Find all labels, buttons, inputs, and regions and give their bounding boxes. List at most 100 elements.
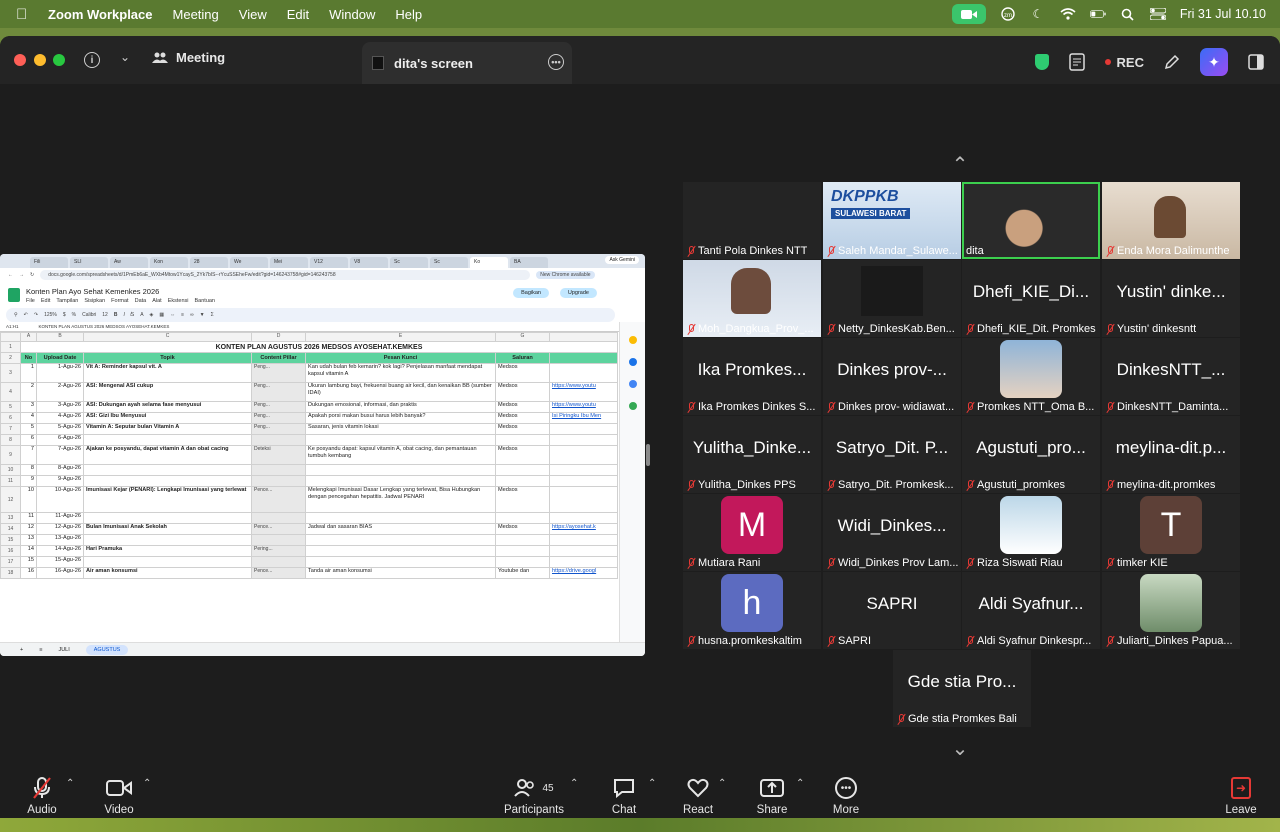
col-letter-e[interactable]: E — [305, 332, 496, 342]
cell-link[interactable] — [549, 475, 618, 487]
cell-upload-date[interactable]: 13-Agu-26 — [36, 534, 84, 546]
header-no[interactable]: No — [20, 352, 37, 364]
sheets-menu-item[interactable]: Data — [135, 298, 147, 304]
cell-key-message[interactable]: Kan udah bulan feb kemarin? kok lagi? Pe… — [305, 363, 496, 383]
participant-tile[interactable]: Agustuti_pro... Agustuti_promkes — [962, 416, 1100, 493]
cell-topic[interactable]: Hari Pramuka — [83, 545, 252, 557]
col-letter-c[interactable]: C — [83, 332, 252, 342]
cell-channel[interactable]: Medsos — [495, 363, 550, 383]
participant-tile[interactable]: Gde stia Pro... Gde stia Promkes Bali — [893, 650, 1031, 727]
ai-companion-icon[interactable]: ✦ — [1200, 48, 1228, 76]
row-number[interactable]: 8 — [0, 434, 21, 446]
participant-tile[interactable]: Ika Promkes... Ika Promkes Dinkes S... — [683, 338, 821, 415]
strikethrough-icon[interactable]: ̸S — [131, 312, 134, 318]
address-field[interactable]: docs.google.com/spreadsheets/d/1PmEb6aE_… — [40, 270, 531, 280]
cell-key-message[interactable] — [305, 512, 496, 524]
browser-tab[interactable]: 28 — [190, 257, 228, 268]
cell-topic[interactable] — [83, 534, 252, 546]
font-size-field[interactable]: 12 — [102, 312, 108, 318]
cell-content-pillar[interactable] — [251, 434, 306, 446]
cell-topic[interactable] — [83, 556, 252, 568]
spotlight-search-icon[interactable] — [1120, 7, 1136, 21]
cell-link[interactable] — [549, 545, 618, 557]
col-letter-b[interactable]: B — [36, 332, 84, 342]
ask-gemini-button[interactable]: Ask Gemini — [605, 256, 639, 264]
cell-content-pillar[interactable] — [251, 512, 306, 524]
participant-tile[interactable]: meylina-dit.p... meylina-dit.promkes — [1102, 416, 1240, 493]
cell-upload-date[interactable]: 16-Agu-26 — [36, 567, 84, 579]
cell-link[interactable] — [549, 445, 618, 465]
cell-no[interactable]: 14 — [20, 545, 37, 557]
cell-key-message[interactable] — [305, 556, 496, 568]
cell-no[interactable]: 6 — [20, 434, 37, 446]
borders-icon[interactable]: ▦ — [159, 312, 164, 318]
cell-channel[interactable]: Medsos — [495, 423, 550, 435]
header-content-pillar[interactable]: Content Pillar — [251, 352, 306, 364]
browser-tab[interactable]: Kon — [150, 257, 188, 268]
menu-help[interactable]: Help — [395, 7, 422, 22]
sheets-menu-item[interactable]: File — [26, 298, 35, 304]
text-color-icon[interactable]: A — [140, 312, 143, 318]
cell-channel[interactable]: Medsos — [495, 412, 550, 424]
all-sheets-icon[interactable]: ≡ — [39, 647, 42, 653]
share-options-caret-icon[interactable]: ⌃ — [796, 778, 804, 789]
row-number[interactable]: 17 — [0, 556, 21, 568]
cell-no[interactable]: 11 — [20, 512, 37, 524]
new-chrome-available-badge[interactable]: New Chrome available — [536, 271, 595, 279]
maps-icon[interactable] — [628, 402, 637, 410]
cell-link[interactable] — [549, 534, 618, 546]
cell-link[interactable] — [549, 464, 618, 476]
reload-icon[interactable]: ↻ — [30, 272, 34, 278]
cell-channel[interactable] — [495, 475, 550, 487]
cell-link[interactable] — [549, 512, 618, 524]
col-letter-a[interactable]: A — [20, 332, 37, 342]
cell-link[interactable]: https://ayosehat.k — [549, 523, 618, 535]
currency-icon[interactable]: $ — [63, 312, 66, 318]
apple-icon[interactable]:  — [16, 6, 32, 23]
participant-tile[interactable]: Netty_DinkesKab.Ben... — [823, 260, 961, 337]
participant-tile[interactable]: Promkes NTT_Oma B... — [962, 338, 1100, 415]
search-menus-icon[interactable]: ⚲ — [14, 312, 18, 318]
cell-link[interactable] — [549, 423, 618, 435]
cell-channel[interactable] — [495, 534, 550, 546]
participant-tile[interactable]: Satryo_Dit. P... Satryo_Dit. Promkesk... — [823, 416, 961, 493]
sheet-tab-agustus[interactable]: AGUSTUS — [85, 644, 129, 655]
cell-content-pillar[interactable]: Peng... — [251, 382, 306, 402]
video-options-caret-icon[interactable]: ⌃ — [143, 778, 151, 789]
cell-no[interactable]: 5 — [20, 423, 37, 435]
close-window-button[interactable] — [14, 54, 26, 66]
cell-key-message[interactable]: Ukuran lambung bayi, frekuensi buang air… — [305, 382, 496, 402]
header-channel[interactable]: Saluran — [495, 352, 550, 364]
cell-upload-date[interactable]: 11-Agu-26 — [36, 512, 84, 524]
participants-button[interactable]: 45 Participants — [499, 776, 569, 816]
cell-link[interactable]: Isi Piringku Ibu Men — [549, 412, 618, 424]
cell-topic[interactable] — [83, 434, 252, 446]
cell-upload-date[interactable]: 8-Agu-26 — [36, 464, 84, 476]
percent-icon[interactable]: % — [72, 312, 76, 318]
browser-tab[interactable]: Fili — [30, 257, 68, 268]
participant-tile[interactable]: DinkesNTT_... DinkesNTT_Daminta... — [1102, 338, 1240, 415]
cell-no[interactable]: 1 — [20, 363, 37, 383]
minimize-window-button[interactable] — [34, 54, 46, 66]
row-number[interactable]: 13 — [0, 512, 21, 524]
cell-no[interactable]: 12 — [20, 523, 37, 535]
row-number[interactable]: 15 — [0, 534, 21, 546]
menu-edit[interactable]: Edit — [287, 7, 309, 22]
cell-upload-date[interactable]: 15-Agu-26 — [36, 556, 84, 568]
cell-topic[interactable]: ASI: Dukungan ayah selama fase menyusui — [83, 401, 252, 413]
filter-icon[interactable]: ▼ — [200, 312, 205, 318]
browser-tab[interactable]: V8 — [350, 257, 388, 268]
cell-upload-date[interactable]: 2-Agu-26 — [36, 382, 84, 402]
participant-tile[interactable]: SAPRI SAPRI — [823, 572, 961, 649]
menu-app-name[interactable]: Zoom Workplace — [48, 7, 153, 22]
sheets-menu-item[interactable]: Sisipkan — [84, 298, 105, 304]
spreadsheet-grid[interactable]: A B C D E G 1 KONTEN PLAN AGUSTUS 2026 M… — [0, 332, 618, 579]
participant-tile[interactable]: Juliarti_Dinkes Papua... — [1102, 572, 1240, 649]
participant-tile[interactable]: M Mutiara Rani — [683, 494, 821, 571]
participant-tile[interactable]: dita — [962, 182, 1100, 259]
browser-tab[interactable]: V12 — [310, 257, 348, 268]
cell-channel[interactable]: Medsos — [495, 401, 550, 413]
split-view-handle[interactable] — [646, 444, 650, 466]
cell-topic[interactable]: Vit A: Reminder kapsul vit. A — [83, 363, 252, 383]
participant-tile[interactable]: Tanti Pola Dinkes NTT — [683, 182, 821, 259]
